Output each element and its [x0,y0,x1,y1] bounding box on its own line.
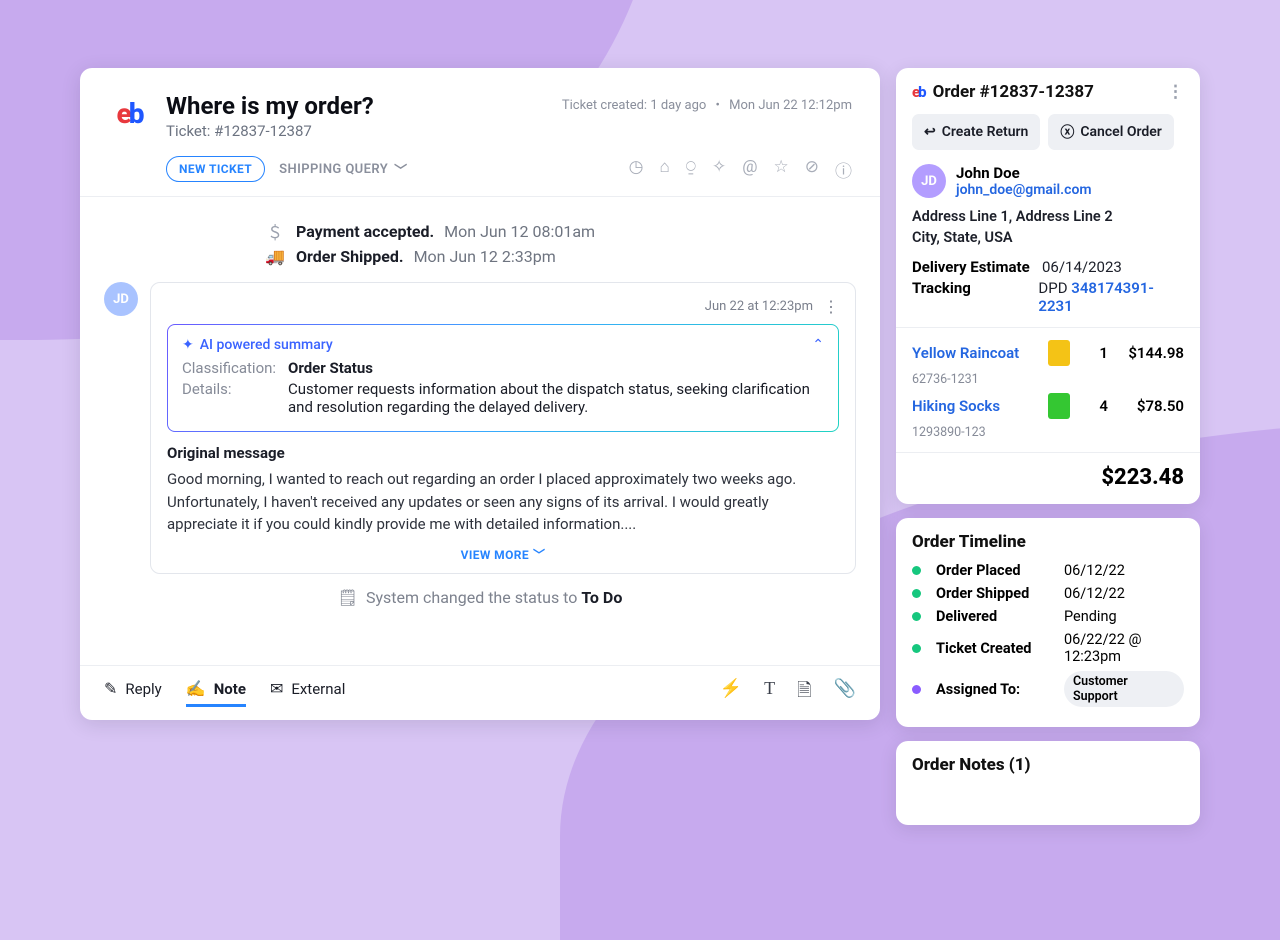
ticket-title: Where is my order? [166,92,546,120]
alert-icon[interactable]: ⓘ [835,157,852,182]
timeline-row: Order Placed06/12/22 [912,562,1184,579]
ai-details: Customer requests information about the … [288,380,824,416]
return-icon: ↩ [924,124,936,140]
collapse-icon[interactable]: ⌃ [812,337,824,353]
message-card: Jun 22 at 12:23pm ⋮ ✦ AI powered summary… [150,282,856,574]
person-icon[interactable]: ⍜ [686,157,696,182]
chevron-down-icon: ﹀ [394,160,407,179]
customer-avatar: JD [912,164,946,198]
customer-email[interactable]: john_doe@gmail.com [956,182,1092,198]
bolt-icon[interactable]: ⚡ [720,678,742,708]
timeline-row: Ticket Created06/22/22 @ 12:23pm [912,631,1184,665]
document-icon[interactable]: 🗎 [797,678,811,708]
item-name[interactable]: Yellow Raincoat [912,344,1042,362]
brand-logo: eb [912,83,925,101]
order-item: Hiking Socks 4 $78.50 1293890-123 [912,393,1184,440]
item-price: $78.50 [1114,397,1184,415]
new-ticket-badge: NEW TICKET [166,156,265,182]
item-sku: 1293890-123 [912,425,1042,440]
note-tab[interactable]: ✍ Note [186,679,246,707]
message-menu-icon[interactable]: ⋮ [823,297,839,316]
order-menu-icon[interactable]: ⋮ [1167,82,1184,102]
customer-name: John Doe [956,164,1092,182]
order-panel: eb Order #12837-12387 ⋮ ↩ Create Return … [896,68,1200,504]
item-sku: 62736-1231 [912,372,1042,387]
ticket-card: eb Where is my order? Ticket: #12837-123… [80,68,880,720]
truck-icon: 🚚 [264,247,286,266]
assigned-chip[interactable]: Customer Support [1064,671,1184,707]
timeline-dot-icon [912,685,921,694]
timeline-row: Order Shipped06/12/22 [912,585,1184,602]
notes-panel: Order Notes (1) [896,741,1200,825]
block-icon[interactable]: ⊘ [805,157,819,182]
dollar-icon: ＄ [264,219,286,243]
star-icon[interactable]: ☆ [774,157,789,182]
timeline-title: Order Timeline [912,532,1184,552]
original-message-body: Good morning, I wanted to reach out rega… [167,468,839,536]
item-thumb [1048,393,1070,419]
timeline-dot-icon [912,612,921,621]
timeline-panel: Order Timeline Order Placed06/12/22 Order… [896,518,1200,727]
order-item: Yellow Raincoat 1 $144.98 62736-1231 [912,340,1184,387]
customer-avatar: JD [104,282,138,316]
attachment-icon[interactable]: 📎 [834,678,856,708]
order-title: Order #12837-12387 [933,82,1094,102]
external-tab[interactable]: ✉ External [270,679,345,707]
ai-classification: Order Status [288,359,373,377]
view-more-button[interactable]: VIEW MORE﹀ [167,536,839,567]
brand-logo: eb [108,92,150,134]
reply-tab[interactable]: ✎ Reply [104,679,162,707]
status-shipped: 🚚 Order Shipped. Mon Jun 12 2:33pm [264,247,856,266]
timer-icon[interactable]: ◷ [629,157,644,182]
chevron-down-icon: ﹀ [533,548,545,562]
order-total: $223.48 [912,465,1184,490]
sparkle-icon: ✦ [182,337,194,353]
category-dropdown[interactable]: SHIPPING QUERY ﹀ [279,160,407,179]
composer-bar: ✎ Reply ✍ Note ✉ External ⚡ T 🗎 📎 [80,665,880,720]
create-return-button[interactable]: ↩ Create Return [912,114,1040,150]
timeline-dot-icon [912,644,921,653]
sparkle-icon[interactable]: ✧ [712,157,726,182]
ticket-number: Ticket: #12837-12387 [166,122,546,140]
note-icon: ✍ [186,679,206,698]
customer-address: Address Line 1, Address Line 2 City, Sta… [912,206,1184,248]
cancel-order-button[interactable]: ⓧ Cancel Order [1048,114,1173,150]
tag-icon[interactable]: ⌂ [660,157,670,182]
item-thumb [1048,340,1070,366]
ai-summary-box: ✦ AI powered summary ⌃ Classification: O… [167,324,839,432]
item-name[interactable]: Hiking Socks [912,397,1042,415]
timeline-dot-icon [912,589,921,598]
item-price: $144.98 [1114,344,1184,362]
cancel-icon: ⓧ [1060,122,1074,142]
item-qty: 4 [1082,397,1108,415]
delivery-estimate: 06/14/2023 [1042,258,1122,276]
system-status-line: 🗒 System changed the status to To Do [104,588,856,607]
timeline-dot-icon [912,566,921,575]
ticket-action-icons: ◷ ⌂ ⍜ ✧ @ ☆ ⊘ ⓘ [629,157,852,182]
at-icon[interactable]: @ [742,157,757,182]
status-payment: ＄ Payment accepted. Mon Jun 12 08:01am [264,219,856,243]
message-timestamp: Jun 22 at 12:23pm [705,299,813,314]
text-style-icon[interactable]: T [764,678,775,708]
original-message-label: Original message [167,444,839,462]
ticket-created-meta: Ticket created: 1 day ago • Mon Jun 22 1… [562,98,852,140]
notes-title: Order Notes (1) [912,755,1184,775]
mail-icon: ✉ [270,679,283,698]
tracking-number[interactable]: DPD 348174391-2231 [1038,279,1184,315]
ai-summary-title: AI powered summary [200,337,333,353]
pencil-icon: ✎ [104,679,117,698]
item-qty: 1 [1082,344,1108,362]
timeline-row: DeliveredPending [912,608,1184,625]
clipboard-icon: 🗒 [338,588,358,607]
ticket-header: eb Where is my order? Ticket: #12837-123… [80,68,880,197]
